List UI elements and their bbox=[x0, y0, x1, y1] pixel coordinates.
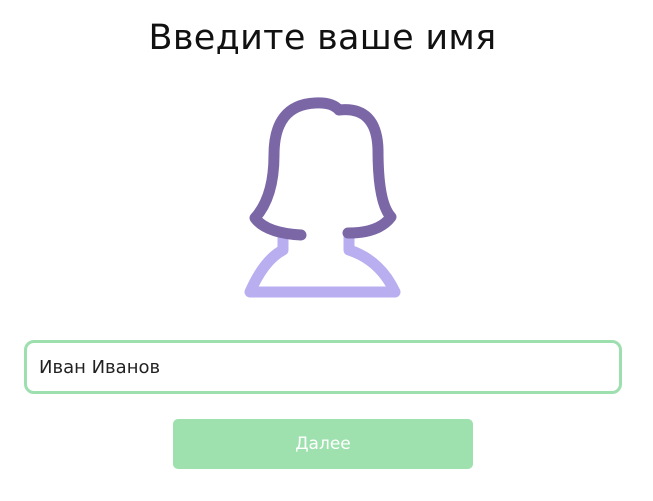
page-title: Введите ваше имя bbox=[148, 18, 497, 58]
name-entry-screen: Введите ваше имя Далее bbox=[0, 0, 653, 501]
name-input[interactable] bbox=[24, 340, 622, 394]
next-button[interactable]: Далее bbox=[173, 419, 473, 469]
female-avatar-icon bbox=[244, 97, 401, 298]
avatar-body bbox=[244, 229, 401, 298]
avatar-hair bbox=[249, 97, 397, 241]
